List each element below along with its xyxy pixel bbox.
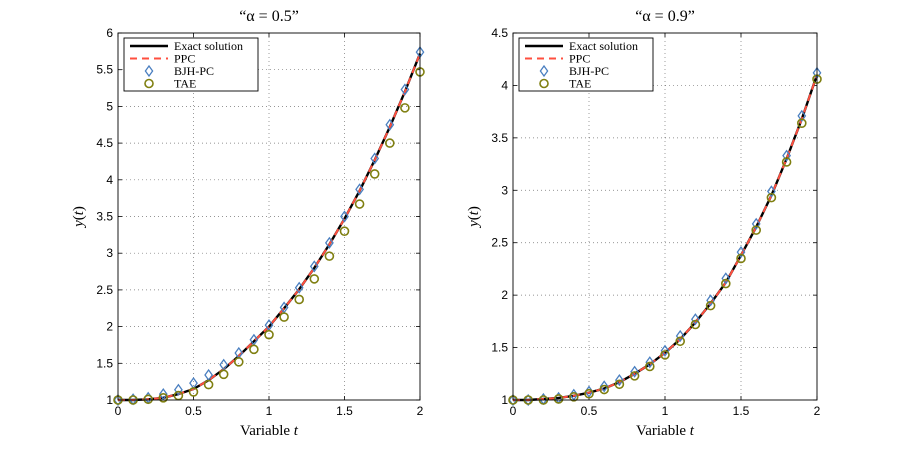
legend-label: TAE	[569, 77, 591, 91]
legend: Exact solutionPPCBJH-PCTAE	[518, 37, 654, 92]
x-tick-label: 2	[814, 404, 821, 418]
x-tick-label: 1.5	[733, 404, 750, 418]
chart-panel-1: 0 0.5 1 1.5 2 1 1.5 2 2.5 3 3.5 4 4.5 5 5.5 6 “α = 0.5” V…	[71, 8, 425, 439]
x-tick-label: 0.5	[581, 404, 598, 418]
x-tick-label: 0	[510, 404, 517, 418]
x-tick-label: 0	[115, 404, 122, 418]
x-tick-label: 1	[662, 404, 669, 418]
x-tick-label: 1	[266, 404, 273, 418]
y-tick-label: 5.5	[96, 63, 113, 77]
y-tick-label: 3.5	[491, 131, 508, 145]
y-tick-label: 2.5	[491, 236, 508, 250]
y-axis-label: y(t)	[466, 206, 482, 229]
x-axis-label: Variable t	[240, 423, 299, 439]
y-tick-label: 3	[106, 246, 113, 260]
x-tick-label: 2	[417, 404, 424, 418]
y-tick-label: 1	[501, 393, 508, 407]
y-tick-label: 3	[501, 183, 508, 197]
y-tick-label: 1.5	[96, 356, 113, 370]
y-tick-label: 2	[106, 320, 113, 334]
y-tick-label: 6	[106, 26, 113, 40]
y-axis-label: y(t)	[71, 206, 87, 229]
y-tick-label: 1	[106, 393, 113, 407]
y-tick-label: 4	[106, 173, 113, 187]
chart-title: “α = 0.5”	[239, 8, 299, 25]
chart-panel-2: 0 0.5 1 1.5 2 1 1.5 2 2.5 3 3.5 4 4.5 “α = 0.9” Variab…	[466, 8, 822, 439]
y-tick-label: 1.5	[491, 341, 508, 355]
y-tick-label: 5	[106, 99, 113, 113]
y-tick-label: 4.5	[491, 26, 508, 40]
figure-svg: 0 0.5 1 1.5 2 1 1.5 2 2.5 3 3.5 4 4.5 5 5.5 6 “α = 0.5” V…	[71, 8, 822, 439]
y-tick-label: 2.5	[96, 283, 113, 297]
legend: Exact solutionPPCBJH-PCTAE	[123, 37, 259, 92]
x-axis-label: Variable t	[636, 423, 695, 439]
y-tick-label: 2	[501, 288, 508, 302]
legend-label: TAE	[174, 77, 196, 91]
figure: 0 0.5 1 1.5 2 1 1.5 2 2.5 3 3.5 4 4.5 5 5.5 6 “α = 0.5” V…	[0, 0, 900, 450]
chart-title: “α = 0.9”	[635, 8, 695, 25]
y-tick-label: 3.5	[96, 210, 113, 224]
y-tick-label: 4	[501, 78, 508, 92]
y-tick-label: 4.5	[96, 136, 113, 150]
x-tick-label: 1.5	[336, 404, 353, 418]
x-tick-label: 0.5	[185, 404, 202, 418]
